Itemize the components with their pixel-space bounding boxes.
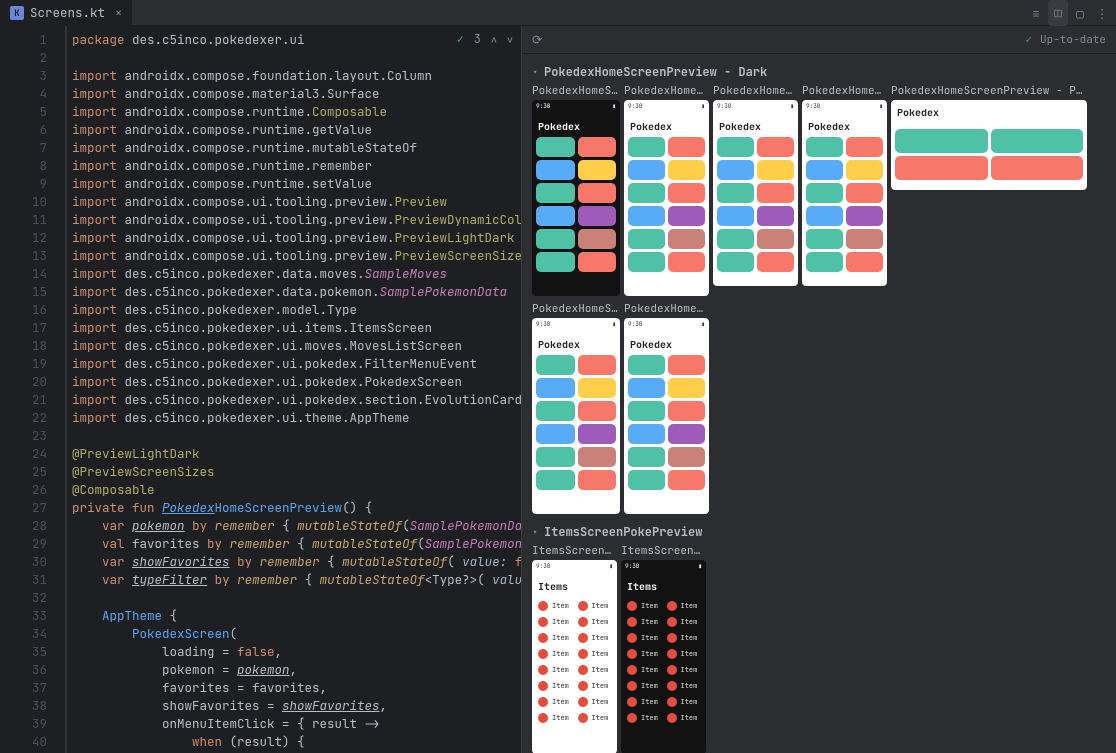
group-title: ItemsScreenPokePreview bbox=[544, 524, 702, 540]
preview-item[interactable]: ItemsScreenPokePrevi...9:30▮ItemsItemIte… bbox=[621, 544, 706, 753]
editor-toolbar: ≡ ◫ ▢ ⋮ bbox=[1026, 0, 1112, 26]
preview-item[interactable]: PokedexHomeScreenPreview - Phone - Lands… bbox=[891, 84, 1087, 296]
preview-pane: ⟳ ✓ Up-to-date ▾ PokedexHomeScreenPreview… bbox=[522, 26, 1116, 753]
chevron-down-icon[interactable]: ∨ bbox=[507, 33, 513, 46]
preview-label: PokedexHomeScreenP... bbox=[624, 84, 709, 98]
code-editor[interactable]: ✓ 3 ∧ ∨ 12345678910111213141516171819202… bbox=[0, 26, 522, 753]
preview-label: ItemsScreenPokePrevi... bbox=[621, 544, 706, 558]
preview-item[interactable]: ItemsScreenPokePrevi...9:30▮ItemsItemIte… bbox=[532, 544, 617, 753]
view-mode-icon-3[interactable]: ▢ bbox=[1070, 0, 1090, 26]
more-icon[interactable]: ⋮ bbox=[1092, 0, 1112, 26]
tab-bar: K Screens.kt × ≡ ◫ ▢ ⋮ bbox=[0, 0, 1116, 26]
status-check-icon: ✓ bbox=[1025, 33, 1032, 47]
preview-item[interactable]: PokedexHomeScreenP...9:30▮Pokedex bbox=[532, 302, 620, 514]
chevron-down-icon: ▾ bbox=[532, 526, 538, 539]
preview-item[interactable]: PokedexHomeScreenP...9:30▮Pokedex bbox=[802, 84, 887, 296]
chevron-down-icon: ▾ bbox=[532, 66, 538, 79]
preview-label: PokedexHomeScreenP... bbox=[802, 84, 887, 98]
chevron-up-icon[interactable]: ∧ bbox=[491, 33, 497, 46]
preview-item[interactable]: PokedexHomeScreenP...9:30▮Pokedex bbox=[624, 84, 709, 296]
editor-inspections[interactable]: ✓ 3 ∧ ∨ bbox=[457, 31, 513, 47]
view-mode-icon-1[interactable]: ≡ bbox=[1026, 0, 1046, 26]
check-icon: ✓ bbox=[457, 31, 464, 47]
preview-label: ItemsScreenPokePrevi... bbox=[532, 544, 617, 558]
preview-item[interactable]: PokedexHomeScreenP...9:30▮Pokedex bbox=[624, 302, 709, 514]
preview-status: Up-to-date bbox=[1040, 33, 1106, 47]
group-title: PokedexHomeScreenPreview - Dark bbox=[544, 64, 767, 80]
preview-group-header[interactable]: ▾ PokedexHomeScreenPreview - Dark bbox=[532, 60, 1106, 84]
kotlin-file-icon: K bbox=[10, 6, 24, 20]
preview-label: PokedexHomeScreenPreview - Phone - Lands… bbox=[891, 84, 1087, 98]
line-gutter: 1234567891011121314151617181920212223242… bbox=[0, 26, 65, 753]
preview-group-header[interactable]: ▾ ItemsScreenPokePreview bbox=[532, 520, 1106, 544]
preview-body[interactable]: ▾ PokedexHomeScreenPreview - Dark PokedexH… bbox=[522, 54, 1116, 753]
preview-item[interactable]: PokedexHomeScreenP...9:30▮Pokedex bbox=[532, 84, 620, 296]
close-icon[interactable]: × bbox=[115, 5, 122, 21]
code-content[interactable]: package des.c5inco.pokedexer.uiimport an… bbox=[65, 26, 521, 753]
preview-item[interactable]: PokedexHomeScreenP...9:30▮Pokedex bbox=[713, 84, 798, 296]
problems-count: 3 bbox=[474, 31, 481, 47]
preview-label: PokedexHomeScreenP... bbox=[532, 84, 620, 98]
tab-filename: Screens.kt bbox=[30, 4, 105, 21]
refresh-icon[interactable]: ⟳ bbox=[532, 31, 542, 48]
view-mode-split-icon[interactable]: ◫ bbox=[1048, 0, 1068, 26]
preview-label: PokedexHomeScreenP... bbox=[713, 84, 798, 98]
file-tab[interactable]: K Screens.kt × bbox=[0, 0, 132, 26]
